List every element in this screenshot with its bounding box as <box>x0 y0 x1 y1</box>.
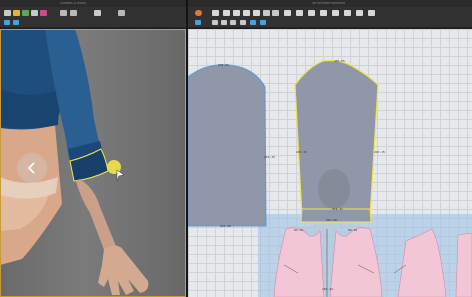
clo3d-application: CAMERA & WORK 2D PATTERN WINDOW 245.65 2… <box>0 0 472 297</box>
curve-icon[interactable] <box>223 10 230 16</box>
back-sleeve-hem-length: 221.58 <box>220 224 231 228</box>
bodice-measure-3: 166.44 <box>322 287 333 291</box>
chevron-left-icon <box>27 162 35 174</box>
back-sleeve-side-length: 243.15 <box>264 155 275 159</box>
edit-point-icon[interactable] <box>212 10 219 16</box>
symmetry-icon[interactable] <box>344 10 351 16</box>
front-sleeve-left-length: 243.15 <box>296 150 307 154</box>
previous-view-button[interactable] <box>17 153 47 183</box>
bodice-measure-1: 83.58 <box>294 228 304 232</box>
tool-b-icon[interactable] <box>221 20 227 25</box>
bodice-measure-2: 60.18 <box>348 228 358 232</box>
viewport-toolbar <box>0 7 186 28</box>
circle-icon[interactable] <box>253 10 260 16</box>
tool-c-icon[interactable] <box>230 20 236 25</box>
texture-icon[interactable] <box>118 10 125 16</box>
right-window-title: 2D PATTERN WINDOW <box>312 1 346 5</box>
render-icon[interactable] <box>13 20 19 25</box>
pattern-board <box>188 59 472 297</box>
side-panel-piece <box>455 232 472 297</box>
notch-icon[interactable] <box>332 10 339 16</box>
cuff-length: 214.22 <box>332 207 343 211</box>
layout-icon[interactable] <box>356 10 363 16</box>
measure-icon[interactable] <box>320 10 327 16</box>
arrange-icon[interactable] <box>368 10 375 16</box>
pin-icon[interactable] <box>296 10 303 16</box>
rectangle-icon[interactable] <box>243 10 250 16</box>
view-icon[interactable] <box>94 10 101 16</box>
zoom-icon[interactable] <box>60 10 67 16</box>
garment-icon[interactable] <box>22 10 29 16</box>
tool-f-icon[interactable] <box>260 20 266 25</box>
tool-d-icon[interactable] <box>240 20 246 25</box>
back-sleeve-piece <box>188 64 267 227</box>
tool-a-icon[interactable] <box>212 20 218 25</box>
3d-viewport[interactable] <box>0 29 186 297</box>
pattern-view-icon[interactable] <box>195 20 201 25</box>
tool-e-icon[interactable] <box>250 20 256 25</box>
dart-icon[interactable] <box>263 10 270 16</box>
sewing-icon[interactable] <box>272 10 279 16</box>
front-sleeve-right-length: 243.15 <box>374 150 385 154</box>
seam-icon[interactable] <box>284 10 291 16</box>
front-sleeve-cap-length: 245.65 <box>334 59 345 63</box>
polygon-icon[interactable] <box>233 10 240 16</box>
move-icon[interactable] <box>13 10 20 16</box>
transform-icon[interactable] <box>195 10 202 16</box>
2d-pattern-window[interactable]: 245.65 243.15 221.58 245.65 243.15 243.1… <box>188 29 472 297</box>
grid-icon[interactable] <box>70 10 77 16</box>
back-sleeve-cap-length: 245.65 <box>218 63 229 67</box>
avatar-icon[interactable] <box>31 10 38 16</box>
sleeve-hem-length: 221.58 <box>326 218 337 222</box>
fold-icon[interactable] <box>308 10 315 16</box>
left-window-title: CAMERA & WORK <box>60 1 87 5</box>
display-mode-icon[interactable] <box>4 20 10 25</box>
camera-icon[interactable] <box>40 10 47 16</box>
select-icon[interactable] <box>4 10 11 16</box>
pattern-toolbar <box>188 7 472 28</box>
